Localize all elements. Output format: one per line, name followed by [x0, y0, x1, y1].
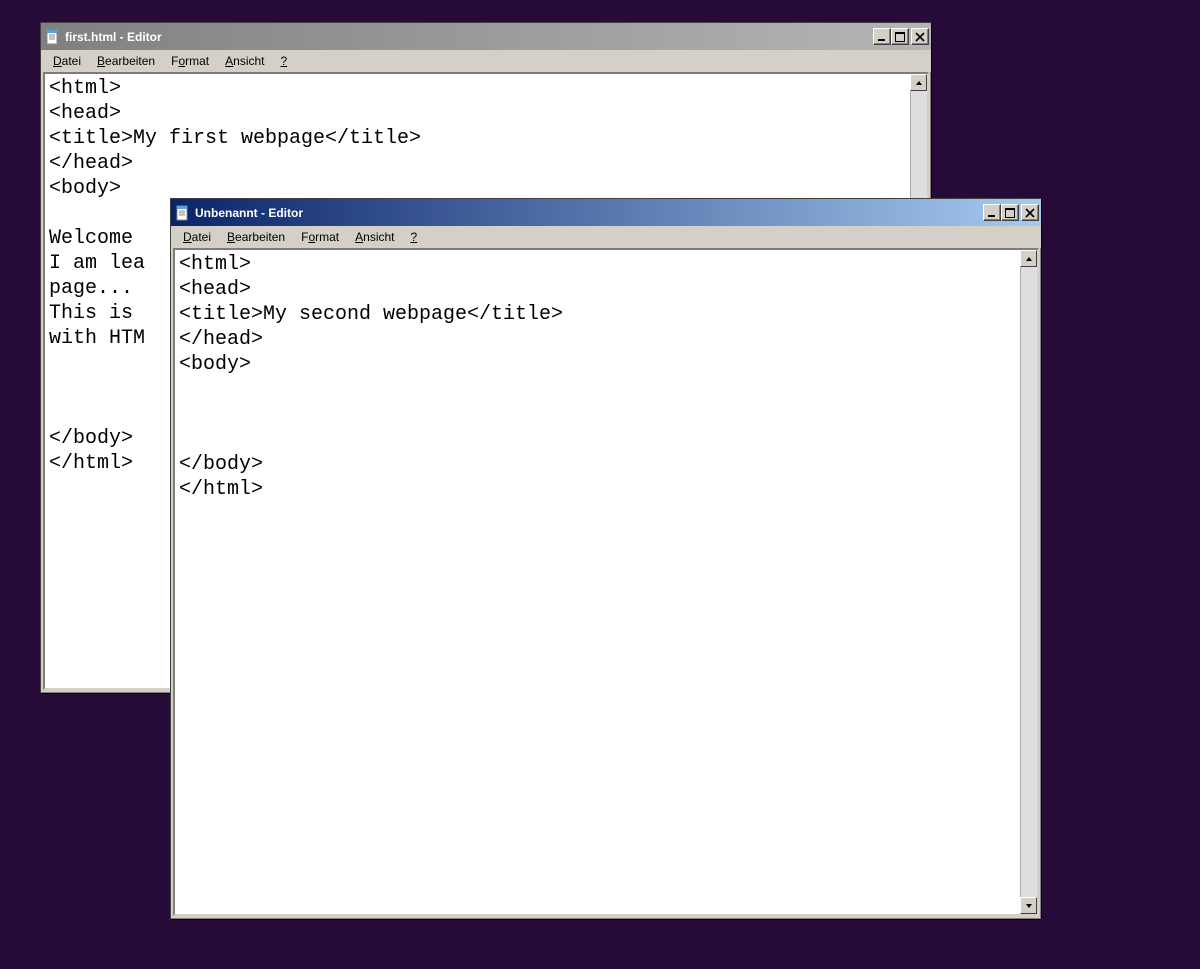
menu-ansicht[interactable]: Ansicht [347, 228, 402, 246]
menu-format[interactable]: Format [163, 52, 217, 70]
menu-datei[interactable]: Datei [175, 228, 219, 246]
titlebar[interactable]: first.html - Editor [41, 23, 931, 50]
notepad-icon [45, 29, 61, 45]
notepad-icon [175, 205, 191, 221]
scroll-up-button[interactable] [910, 74, 927, 91]
menu-bearbeiten[interactable]: Bearbeiten [89, 52, 163, 70]
text-editor[interactable]: <html> <head> <title>My second webpage</… [175, 250, 1020, 914]
menu-format[interactable]: Format [293, 228, 347, 246]
menubar: Datei Bearbeiten Format Ansicht ? [41, 50, 931, 72]
menubar: Datei Bearbeiten Format Ansicht ? [171, 226, 1041, 248]
close-button[interactable] [1021, 204, 1039, 221]
menu-bearbeiten[interactable]: Bearbeiten [219, 228, 293, 246]
window-title: Unbenannt - Editor [195, 206, 983, 220]
editor-window-unbenannt: Unbenannt - Editor Datei Bearbeiten Form… [170, 198, 1042, 920]
maximize-button[interactable] [891, 28, 909, 45]
titlebar[interactable]: Unbenannt - Editor [171, 199, 1041, 226]
minimize-button[interactable] [983, 204, 1001, 221]
scroll-down-button[interactable] [1020, 897, 1037, 914]
menu-help[interactable]: ? [403, 228, 426, 246]
scroll-up-button[interactable] [1020, 250, 1037, 267]
close-button[interactable] [911, 28, 929, 45]
menu-help[interactable]: ? [273, 52, 296, 70]
window-title: first.html - Editor [65, 30, 873, 44]
menu-datei[interactable]: Datei [45, 52, 89, 70]
client-area: <html> <head> <title>My second webpage</… [173, 248, 1039, 916]
vertical-scrollbar[interactable] [1020, 250, 1037, 914]
menu-ansicht[interactable]: Ansicht [217, 52, 272, 70]
maximize-button[interactable] [1001, 204, 1019, 221]
minimize-button[interactable] [873, 28, 891, 45]
